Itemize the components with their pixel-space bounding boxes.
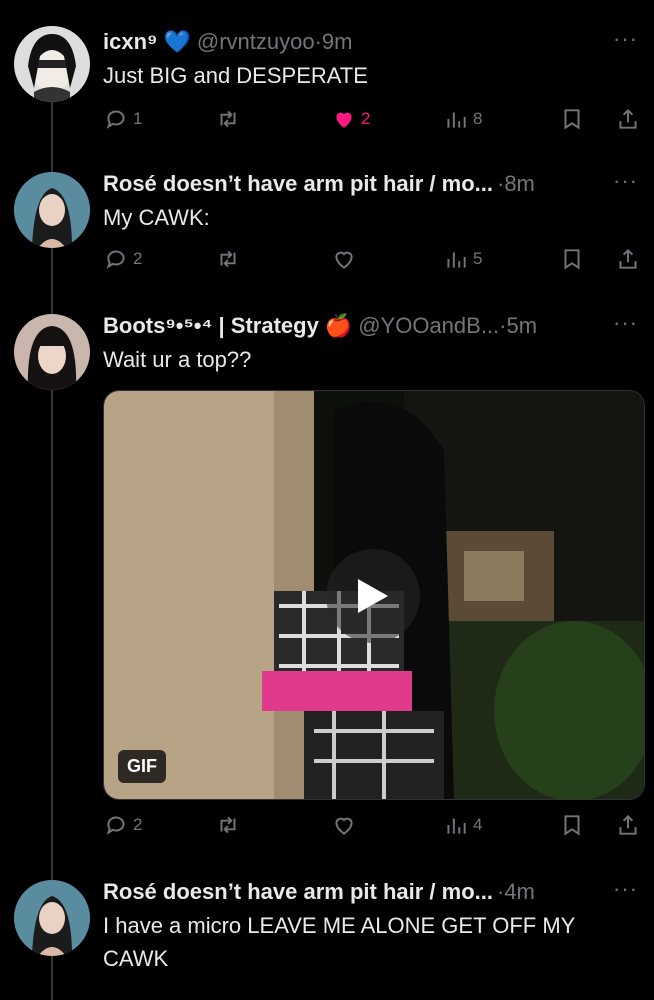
play-button[interactable] bbox=[326, 549, 420, 643]
bookmark-button[interactable] bbox=[559, 810, 585, 840]
separator-dot: · bbox=[499, 313, 507, 338]
separator-dot: · bbox=[314, 29, 322, 54]
reply-count: 2 bbox=[133, 249, 143, 268]
timestamp[interactable]: 4m bbox=[504, 879, 535, 905]
like-button[interactable] bbox=[331, 810, 361, 840]
display-name[interactable]: Boots⁹•⁵•⁴ | Strategy bbox=[103, 313, 319, 339]
avatar[interactable] bbox=[14, 172, 90, 248]
display-name[interactable]: Rosé doesn’t have arm pit hair / mo... bbox=[103, 879, 493, 905]
apple-icon: 🍎 bbox=[324, 313, 353, 338]
reply-button[interactable]: 1 bbox=[103, 104, 142, 134]
bookmark-button[interactable] bbox=[559, 244, 585, 274]
views-icon bbox=[447, 818, 466, 834]
like-icon bbox=[335, 817, 353, 835]
views-count: 5 bbox=[473, 249, 483, 268]
share-button[interactable] bbox=[615, 244, 641, 274]
action-bar: 1 2 8 bbox=[103, 104, 643, 134]
retweet-icon bbox=[220, 816, 236, 834]
share-icon bbox=[619, 248, 637, 269]
blue-heart-icon: 💙 bbox=[163, 29, 191, 54]
display-name[interactable]: icxn⁹ bbox=[103, 29, 157, 55]
views-button[interactable]: 5 bbox=[443, 244, 482, 274]
views-button[interactable]: 4 bbox=[443, 810, 482, 840]
tweet[interactable]: Rosé doesn’t have arm pit hair / mo... ·… bbox=[0, 168, 654, 288]
separator-dot: · bbox=[496, 171, 505, 196]
views-count: 4 bbox=[473, 815, 483, 834]
timestamp[interactable]: 8m bbox=[504, 171, 535, 197]
tweet-header: Boots⁹•⁵•⁴ | Strategy 🍎 @YOOandB... · 5m… bbox=[103, 310, 638, 342]
more-icon[interactable]: ··· bbox=[613, 26, 638, 52]
reply-button[interactable]: 2 bbox=[103, 810, 142, 840]
tweet-text: I have a micro LEAVE ME ALONE GET OFF MY… bbox=[103, 913, 575, 971]
more-icon[interactable]: ··· bbox=[613, 168, 638, 194]
share-icon bbox=[619, 108, 637, 129]
avatar[interactable] bbox=[14, 880, 90, 956]
gif-media[interactable]: GIF bbox=[103, 390, 645, 800]
share-button[interactable] bbox=[615, 104, 641, 134]
handle[interactable]: @YOOandB... bbox=[358, 313, 499, 339]
bookmark-icon bbox=[564, 109, 580, 130]
reply-icon bbox=[106, 110, 125, 129]
reply-count: 2 bbox=[133, 815, 143, 834]
reply-icon bbox=[106, 816, 125, 835]
gif-badge: GIF bbox=[118, 750, 166, 783]
separator-dot: · bbox=[496, 879, 505, 904]
retweet-icon bbox=[220, 250, 236, 268]
bookmark-icon bbox=[564, 815, 580, 836]
play-icon bbox=[358, 579, 388, 613]
like-icon bbox=[336, 112, 352, 128]
like-icon bbox=[335, 251, 353, 269]
reply-icon bbox=[106, 250, 125, 269]
like-button[interactable] bbox=[331, 244, 361, 274]
views-count: 8 bbox=[473, 109, 483, 128]
action-bar: 2 4 bbox=[103, 810, 643, 840]
display-name[interactable]: Rosé doesn’t have arm pit hair / mo... bbox=[103, 171, 493, 197]
tweet-header: Rosé doesn’t have arm pit hair / mo... ·… bbox=[103, 876, 638, 908]
bookmark-icon bbox=[564, 249, 580, 270]
tweet[interactable]: icxn⁹ 💙 @rvntzuyoo · 9m ··· Just BIG and… bbox=[0, 26, 654, 146]
bookmark-button[interactable] bbox=[559, 104, 585, 134]
retweet-button[interactable] bbox=[215, 810, 245, 840]
tweet-text: Just BIG and DESPERATE bbox=[103, 63, 368, 88]
views-button[interactable]: 8 bbox=[443, 104, 482, 134]
reply-count: 1 bbox=[133, 109, 143, 128]
retweet-button[interactable] bbox=[215, 104, 245, 134]
action-bar: 2 5 bbox=[103, 244, 643, 274]
share-icon bbox=[619, 814, 637, 835]
avatar[interactable] bbox=[14, 26, 90, 102]
retweet-icon bbox=[220, 110, 236, 128]
tweet-text: My CAWK: bbox=[103, 205, 210, 230]
more-icon[interactable]: ··· bbox=[613, 310, 638, 336]
tweet[interactable]: Rosé doesn’t have arm pit hair / mo... ·… bbox=[0, 876, 654, 1000]
like-button[interactable]: 2 bbox=[331, 104, 370, 134]
share-button[interactable] bbox=[615, 810, 641, 840]
views-icon bbox=[447, 252, 466, 268]
timestamp[interactable]: 5m bbox=[507, 313, 538, 339]
timestamp[interactable]: 9m bbox=[322, 29, 353, 55]
views-icon bbox=[447, 112, 466, 128]
like-count: 2 bbox=[361, 109, 371, 128]
avatar[interactable] bbox=[14, 314, 90, 390]
tweet-header: Rosé doesn’t have arm pit hair / mo... ·… bbox=[103, 168, 638, 200]
handle[interactable]: @rvntzuyoo bbox=[197, 29, 315, 55]
tweet-header: icxn⁹ 💙 @rvntzuyoo · 9m ··· bbox=[103, 26, 638, 58]
more-icon[interactable]: ··· bbox=[613, 876, 638, 902]
reply-button[interactable]: 2 bbox=[103, 244, 142, 274]
tweet-text: Wait ur a top?? bbox=[103, 347, 252, 372]
retweet-button[interactable] bbox=[215, 244, 245, 274]
